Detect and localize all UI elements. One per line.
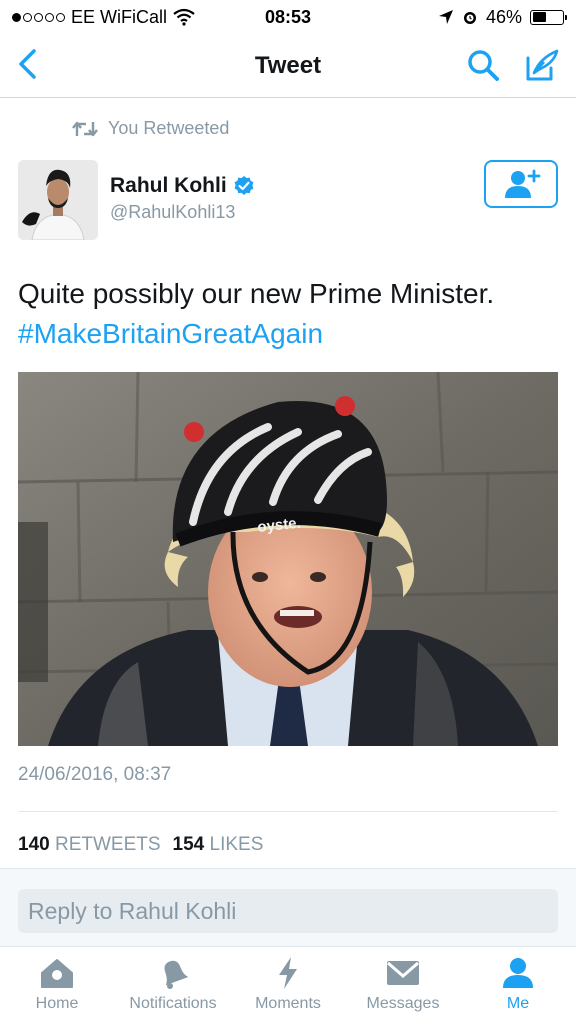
tab-notifications[interactable]: Notifications — [118, 955, 228, 1013]
author-handle: @RahulKohli13 — [110, 202, 236, 222]
retweets-label: RETWEETS — [54, 834, 161, 855]
tab-me-label: Me — [506, 995, 530, 1012]
battery-percent: 46% — [485, 6, 522, 27]
tab-home[interactable]: Home — [32, 955, 82, 1013]
follow-button[interactable] — [484, 160, 558, 208]
likes-stat[interactable]: 154 LIKES — [173, 834, 264, 856]
hashtag-link[interactable]: #MakeBritainGreatAgain — [18, 314, 558, 354]
retweet-context-label: You Retweeted — [108, 118, 230, 138]
carrier-label: EE WiFiCall — [71, 6, 168, 27]
battery-icon — [530, 9, 567, 25]
tweet-text: Quite possibly our new Prime Minister. #… — [18, 274, 558, 354]
tab-moments[interactable]: Moments — [248, 955, 328, 1013]
person-icon — [498, 955, 538, 991]
lightning-icon — [268, 955, 308, 991]
likes-count: 154 — [172, 834, 205, 855]
battery-fill — [532, 12, 546, 22]
alarm-clock-icon — [463, 12, 476, 24]
compose-icon[interactable] — [524, 48, 560, 82]
tab-messages[interactable]: Messages — [358, 955, 448, 1013]
likes-label: LIKES — [209, 834, 264, 855]
location-arrow-icon — [438, 10, 453, 24]
search-icon[interactable] — [466, 48, 500, 82]
tab-notifications-label: Notifications — [129, 995, 217, 1012]
tab-bar: Home Notifications Moments Messages Me — [0, 946, 576, 1024]
retweet-context: You Retweeted — [72, 118, 229, 139]
retweets-count: 140 — [18, 834, 50, 855]
verified-badge-icon — [234, 176, 254, 195]
avatar[interactable] — [18, 160, 98, 240]
tab-moments-label: Moments — [255, 995, 321, 1012]
retweets-stat[interactable]: 140 RETWEETS — [18, 834, 161, 856]
tweet-stats: 140 RETWEETS 154 LIKES — [18, 834, 263, 856]
nav-bar: Tweet — [0, 34, 576, 98]
retweet-icon — [72, 121, 98, 136]
author-name-text: Rahul Kohli — [110, 174, 227, 197]
home-icon — [37, 955, 77, 991]
wifi-icon — [173, 8, 195, 26]
bell-icon — [153, 955, 193, 991]
status-left: EE WiFiCall — [12, 7, 195, 28]
status-right: 46% — [438, 6, 567, 28]
author-name[interactable]: Rahul Kohli — [110, 174, 255, 198]
signal-strength-icon — [12, 12, 65, 22]
back-chevron-icon[interactable] — [14, 48, 42, 80]
tweet-body: Quite possibly our new Prime Minister. — [18, 278, 495, 309]
add-user-icon — [505, 169, 541, 198]
reply-input[interactable]: Reply to Rahul Kohli — [18, 889, 558, 933]
status-bar: EE WiFiCall 08:53 46% — [0, 0, 576, 34]
tab-messages-label: Messages — [366, 995, 440, 1012]
tab-home-label: Home — [35, 995, 79, 1012]
tweet-timestamp: 24/06/2016, 08:37 — [18, 764, 172, 785]
tweet-photo[interactable]: oyste. — [18, 372, 558, 746]
tab-me[interactable]: Me — [496, 955, 540, 1013]
envelope-icon — [383, 955, 423, 991]
divider — [18, 811, 558, 812]
